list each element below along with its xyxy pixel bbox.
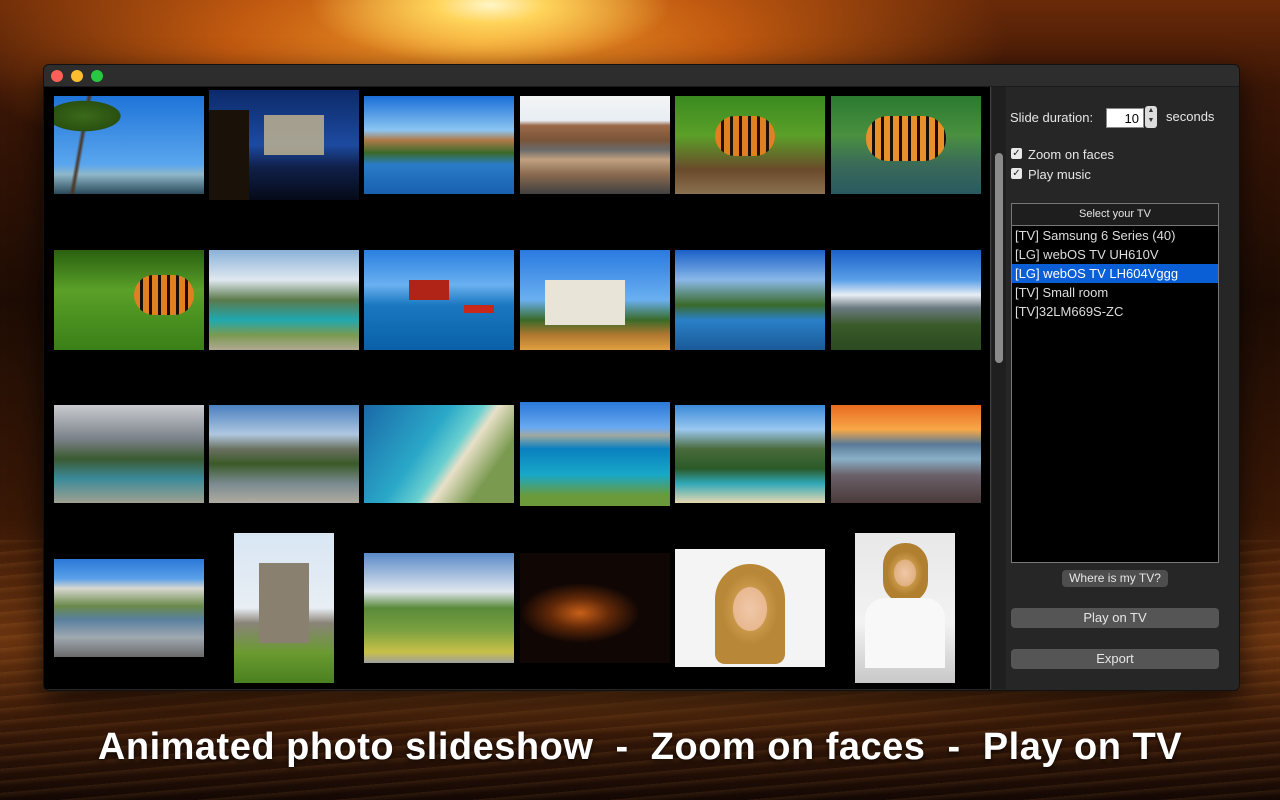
play-music-checkbox[interactable]: ✓ [1011, 168, 1022, 179]
where-is-my-tv-button[interactable]: Where is my TV? [1062, 570, 1168, 587]
promo-caption: Animated photo slideshow - Zoom on faces… [97, 726, 1183, 768]
photo-thumbnail[interactable] [675, 549, 825, 667]
photo-thumbnail[interactable] [209, 90, 359, 200]
photo-thumbnail[interactable] [209, 250, 359, 350]
tv-list-item-selected[interactable]: [LG] webOS TV LH604Vggg [1012, 264, 1218, 283]
photo-thumbnail[interactable] [364, 96, 514, 194]
app-window: Slide duration: 10 ▲ ▼ seconds ✓ Zoom on … [43, 64, 1240, 691]
slide-duration-field[interactable]: 10 [1106, 108, 1144, 128]
photo-thumbnail[interactable] [675, 96, 825, 194]
settings-panel: Slide duration: 10 ▲ ▼ seconds ✓ Zoom on … [1007, 87, 1239, 690]
photo-thumbnail[interactable] [54, 559, 204, 657]
photo-thumbnail[interactable] [855, 533, 955, 683]
photo-thumbnail[interactable] [54, 405, 204, 503]
photo-thumbnail[interactable] [675, 405, 825, 503]
photo-thumbnail[interactable] [54, 250, 204, 350]
export-button[interactable]: Export [1011, 649, 1219, 669]
photo-thumbnail[interactable] [234, 533, 334, 683]
play-music-label[interactable]: Play music [1028, 167, 1091, 182]
tv-list-item[interactable]: [TV] Samsung 6 Series (40) [1012, 226, 1218, 245]
vertical-scrollbar[interactable] [992, 87, 1006, 689]
photo-thumbnail[interactable] [209, 405, 359, 503]
tv-list-header[interactable]: Select your TV [1012, 204, 1218, 226]
play-on-tv-button[interactable]: Play on TV [1011, 608, 1219, 628]
photo-thumbnail[interactable] [520, 402, 670, 506]
zoom-on-faces-label[interactable]: Zoom on faces [1028, 147, 1114, 162]
photo-thumbnail[interactable] [520, 553, 670, 663]
photo-thumbnail[interactable] [520, 250, 670, 350]
slide-duration-stepper[interactable]: ▲ ▼ [1145, 106, 1157, 128]
close-button[interactable] [51, 70, 63, 82]
photo-thumbnail[interactable] [831, 405, 981, 503]
scroll-thumb[interactable] [995, 153, 1003, 363]
zoom-button[interactable] [91, 70, 103, 82]
title-bar [44, 65, 1239, 87]
photo-grid[interactable] [44, 87, 991, 689]
photo-thumbnail[interactable] [831, 96, 981, 194]
photo-thumbnail[interactable] [54, 96, 204, 194]
slide-duration-label: Slide duration: [1010, 110, 1094, 125]
tv-list-item[interactable]: [TV] Small room [1012, 283, 1218, 302]
photo-thumbnail[interactable] [364, 553, 514, 663]
photo-thumbnail[interactable] [675, 250, 825, 350]
zoom-on-faces-checkbox[interactable]: ✓ [1011, 148, 1022, 159]
photo-thumbnail[interactable] [364, 405, 514, 503]
photo-thumbnail[interactable] [831, 250, 981, 350]
tv-list-item[interactable]: [LG] webOS TV UH610V [1012, 245, 1218, 264]
minimize-button[interactable] [71, 70, 83, 82]
photo-thumbnail[interactable] [520, 96, 670, 194]
photo-thumbnail[interactable] [364, 250, 514, 350]
seconds-label: seconds [1166, 109, 1215, 124]
tv-list[interactable]: Select your TV [TV] Samsung 6 Series (40… [1011, 203, 1219, 563]
tv-list-item[interactable]: [TV]32LM669S-ZC [1012, 302, 1218, 321]
